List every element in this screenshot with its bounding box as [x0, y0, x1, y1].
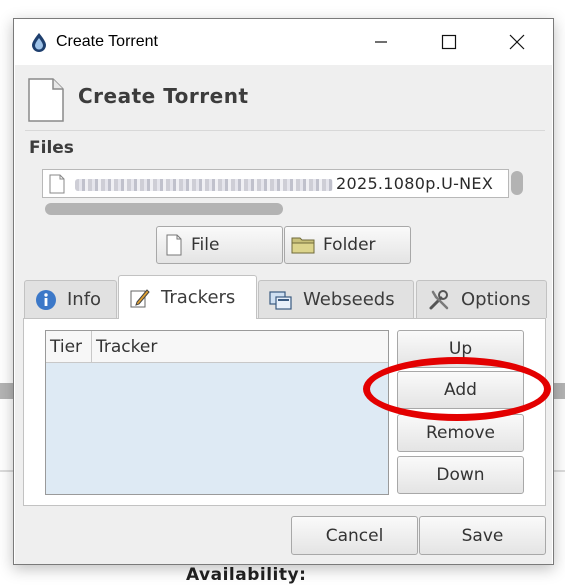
- file-icon: [49, 174, 65, 194]
- create-torrent-dialog: Create Torrent Create Torrent Files 2025…: [13, 18, 554, 565]
- dialog-content: Create Torrent Files 2025.1080p.U-NEX Fi…: [15, 65, 552, 564]
- vertical-scrollbar[interactable]: [511, 171, 523, 195]
- tab-info-label: Info: [67, 289, 102, 310]
- background-availability-label: Availability:: [186, 565, 307, 585]
- add-file-label: File: [191, 235, 220, 255]
- files-label: Files: [29, 138, 74, 158]
- maximize-button[interactable]: [426, 19, 472, 65]
- add-folder-button[interactable]: Folder: [284, 226, 411, 264]
- add-file-button[interactable]: File: [156, 226, 283, 264]
- tools-icon: [429, 289, 449, 309]
- redacted-filename: [75, 179, 333, 191]
- horizontal-scrollbar[interactable]: [45, 203, 283, 215]
- close-icon: [509, 34, 525, 50]
- tab-options[interactable]: Options: [416, 280, 547, 318]
- tab-trackers[interactable]: Trackers: [118, 275, 257, 319]
- highlight-annotation-circle: [363, 357, 551, 421]
- save-button[interactable]: Save: [419, 516, 546, 555]
- folder-icon: [291, 237, 315, 254]
- tab-trackers-label: Trackers: [161, 287, 236, 308]
- app-drop-icon: [32, 33, 46, 52]
- info-icon: [36, 289, 56, 310]
- header-divider: [25, 130, 545, 131]
- column-header-tier[interactable]: Tier: [46, 331, 92, 363]
- title-bar[interactable]: Create Torrent: [14, 19, 553, 65]
- add-folder-label: Folder: [323, 235, 376, 255]
- file-name-text: 2025.1080p.U-NEX: [336, 174, 494, 193]
- tab-webseeds-label: Webseeds: [303, 289, 395, 310]
- minimize-icon: [375, 41, 387, 43]
- edit-icon: [130, 288, 150, 307]
- column-header-tracker[interactable]: Tracker: [92, 331, 388, 363]
- move-down-button[interactable]: Down: [397, 456, 524, 494]
- table-header: Tier Tracker: [46, 331, 388, 363]
- cancel-button[interactable]: Cancel: [291, 516, 418, 555]
- tab-options-label: Options: [461, 289, 531, 310]
- minimize-button[interactable]: [358, 19, 404, 65]
- dialog-heading: Create Torrent: [78, 84, 249, 108]
- webseeds-icon: [269, 290, 292, 310]
- close-button[interactable]: [494, 19, 540, 65]
- tab-info[interactable]: Info: [24, 280, 117, 318]
- file-path-field[interactable]: 2025.1080p.U-NEX: [42, 169, 509, 198]
- maximize-icon: [441, 34, 457, 50]
- tracker-table[interactable]: Tier Tracker: [45, 330, 389, 495]
- file-icon: [166, 234, 182, 256]
- document-icon: [28, 78, 64, 122]
- window-title: Create Torrent: [56, 33, 158, 50]
- tab-webseeds[interactable]: Webseeds: [258, 280, 414, 318]
